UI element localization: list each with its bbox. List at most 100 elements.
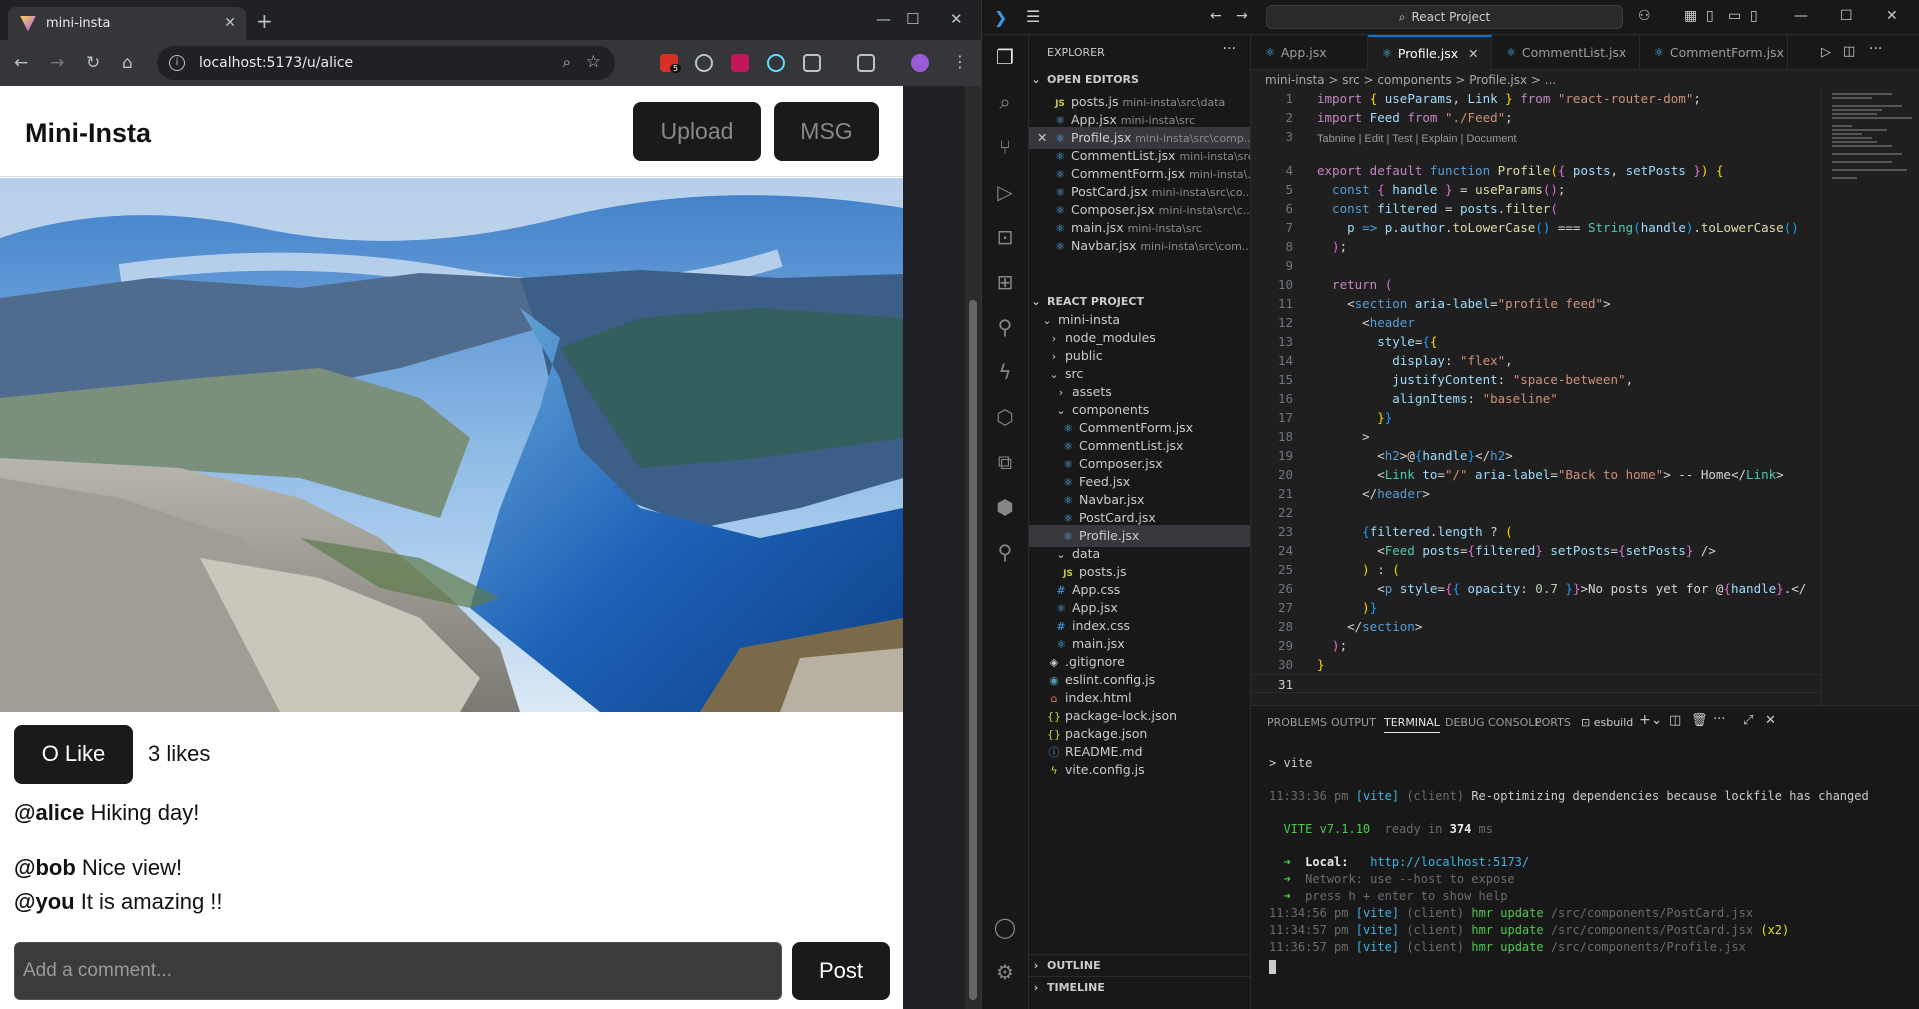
open-editor-item[interactable]: ⚛ Navbar.jsx mini-insta\src\com... xyxy=(1029,235,1250,257)
source-control-icon[interactable]: ⑂ xyxy=(993,135,1017,159)
menu-icon[interactable]: ☰ xyxy=(1026,7,1040,26)
nav-forward-icon[interactable]: → xyxy=(1236,8,1248,24)
new-tab-icon[interactable]: + xyxy=(256,9,273,33)
tab-terminal[interactable]: TERMINAL xyxy=(1384,716,1440,733)
file-name: CommentForm.jsx xyxy=(1071,166,1186,181)
python-icon[interactable]: ⚲ xyxy=(993,315,1017,339)
trash-icon[interactable]: 🗑 xyxy=(1691,713,1708,728)
search-icon[interactable]: ⌕ xyxy=(993,90,1017,114)
react-devtools-icon[interactable] xyxy=(767,54,785,72)
back-icon[interactable]: ← xyxy=(14,53,28,73)
post-comment-button[interactable]: Post xyxy=(792,942,890,1000)
split-terminal-icon[interactable]: ◫ xyxy=(1669,713,1681,728)
timeline-section[interactable]: › TIMELINE xyxy=(1029,976,1250,998)
lightning-icon[interactable]: ϟ xyxy=(993,360,1017,384)
extensions-puzzle-icon[interactable] xyxy=(803,54,821,72)
nav-back-icon[interactable]: ← xyxy=(1210,8,1222,24)
tree-file[interactable]: ϟ vite.config.js xyxy=(1029,759,1250,781)
cube-icon[interactable]: ⬡ xyxy=(993,405,1017,429)
extensions-icon[interactable]: ⊞ xyxy=(993,270,1017,294)
layout-icon[interactable]: ▦ xyxy=(1684,8,1697,24)
bookmark-star-icon[interactable]: ☆ xyxy=(586,52,601,72)
comment-username[interactable]: @you xyxy=(14,889,75,914)
msg-button[interactable]: MSG xyxy=(774,102,879,161)
tab-debug-console[interactable]: DEBUG CONSOLE xyxy=(1445,716,1541,729)
maximize-panel-icon[interactable]: ⤢ xyxy=(1743,713,1753,728)
outline-section[interactable]: › OUTLINE xyxy=(1029,954,1250,976)
run-icon[interactable]: ▷ xyxy=(1821,45,1831,60)
tab-profile-jsx[interactable]: ⚛ Profile.jsx ✕ xyxy=(1368,35,1492,70)
home-icon[interactable]: ⌂ xyxy=(122,53,133,73)
code-line: 15 justifyContent: "space-between", xyxy=(1277,372,1634,387)
file-path: mini-insta\src\... xyxy=(1179,150,1250,163)
settings-gear-icon[interactable]: ⚙ xyxy=(993,960,1017,984)
comment-text: It is amazing !! xyxy=(74,889,223,914)
reload-icon[interactable]: ↻ xyxy=(86,53,100,73)
browser-tab[interactable]: mini-insta ✕ xyxy=(8,7,246,40)
close-tab-icon[interactable]: ✕ xyxy=(1468,46,1478,61)
python-env-icon[interactable]: ⚲ xyxy=(993,540,1017,564)
remote-explorer-icon[interactable]: ⊡ xyxy=(993,225,1017,249)
tree-item-label: public xyxy=(1065,348,1103,363)
tab-output[interactable]: OUTPUT xyxy=(1331,716,1376,729)
blocks-icon[interactable]: ⧉ xyxy=(993,450,1017,474)
split-editor-icon[interactable]: ◫ xyxy=(1843,44,1855,59)
explorer-icon[interactable]: ❐ xyxy=(993,45,1017,69)
profile-avatar-icon[interactable] xyxy=(911,54,929,72)
terminal-selector[interactable]: ⊡ esbuild xyxy=(1581,716,1633,729)
package-icon[interactable]: ⬢ xyxy=(993,495,1017,519)
more-actions-icon[interactable]: ··· xyxy=(1223,41,1236,57)
maximize-icon[interactable]: ☐ xyxy=(906,10,919,28)
toggle-sidebar-icon[interactable]: ▯ xyxy=(1706,8,1714,24)
code-line: 26 <p style={{ opacity: 0.7 }}>No posts … xyxy=(1277,581,1807,596)
new-terminal-icon[interactable]: +⌄ xyxy=(1639,712,1662,728)
extension-pink-icon[interactable] xyxy=(731,54,749,72)
minimap[interactable] xyxy=(1821,89,1919,705)
open-editors-section[interactable]: ⌄ OPEN EDITORS xyxy=(1029,69,1250,91)
tab-ports[interactable]: PORTS xyxy=(1535,716,1571,729)
tree-item-label: node_modules xyxy=(1065,330,1156,345)
more-actions-icon[interactable]: ··· xyxy=(1713,712,1725,727)
code-line: 3 xyxy=(1285,129,1293,144)
accounts-icon[interactable]: ◯ xyxy=(993,915,1017,939)
forward-icon[interactable]: → xyxy=(50,53,64,73)
close-tab-icon[interactable]: ✕ xyxy=(224,15,236,31)
address-bar[interactable]: i localhost:5173/u/alice ⌕ ☆ xyxy=(157,46,615,80)
close-panel-icon[interactable]: ✕ xyxy=(1765,713,1776,728)
run-debug-icon[interactable]: ▷ xyxy=(993,180,1017,204)
vite-favicon-icon xyxy=(20,15,36,32)
tab-problems[interactable]: PROBLEMS xyxy=(1267,716,1327,729)
tree-item-label: CommentForm.jsx xyxy=(1079,420,1194,435)
tab-commentlist-jsx[interactable]: ⚛ CommentList.jsx xyxy=(1492,35,1640,70)
more-actions-icon[interactable]: ··· xyxy=(1869,41,1882,57)
comment-input[interactable]: Add a comment... xyxy=(14,942,782,1000)
close-window-icon[interactable]: ✕ xyxy=(950,10,963,28)
minimize-icon[interactable]: — xyxy=(876,10,891,28)
minimize-icon[interactable]: — xyxy=(1794,8,1808,24)
upload-button[interactable]: Upload xyxy=(633,102,761,161)
command-center[interactable]: ⌕ React Project xyxy=(1266,5,1623,29)
chrome-menu-icon[interactable]: ⋮ xyxy=(952,52,968,71)
zoom-icon[interactable]: ⌕ xyxy=(563,53,571,71)
cast-icon[interactable] xyxy=(857,54,875,72)
tab-app-jsx[interactable]: ⚛ App.jsx xyxy=(1251,35,1368,70)
toggle-secondary-sidebar-icon[interactable]: ▯ xyxy=(1750,8,1758,24)
like-button[interactable]: O Like xyxy=(14,724,133,784)
extension-shield-icon[interactable] xyxy=(695,54,713,72)
tab-commentform-jsx[interactable]: ⚛ CommentForm.jsx xyxy=(1640,35,1788,70)
bottom-panel: PROBLEMS OUTPUT TERMINAL DEBUG CONSOLE P… xyxy=(1251,705,1919,1009)
caption-username[interactable]: @alice xyxy=(14,800,84,825)
toggle-panel-icon[interactable]: ▭ xyxy=(1728,8,1741,24)
terminal-cursor xyxy=(1269,960,1276,974)
close-window-icon[interactable]: ✕ xyxy=(1886,8,1898,24)
scrollbar-thumb[interactable] xyxy=(969,300,977,1000)
breadcrumb[interactable]: mini-insta > src > components > Profile.… xyxy=(1265,73,1556,87)
comment-username[interactable]: @bob xyxy=(14,855,76,880)
page-viewport: Mini-Insta Upload MSG O Like 3 likes @al… xyxy=(0,86,903,1009)
file-path: mini-insta\src\comp... xyxy=(1135,132,1251,145)
maximize-icon[interactable]: ☐ xyxy=(1840,8,1853,24)
code-line: 7 p => p.author.toLowerCase() === String… xyxy=(1285,220,1799,235)
site-info-icon[interactable]: i xyxy=(169,55,185,71)
app-brand[interactable]: Mini-Insta xyxy=(25,118,151,149)
copilot-icon[interactable]: ⚇ xyxy=(1638,8,1651,24)
